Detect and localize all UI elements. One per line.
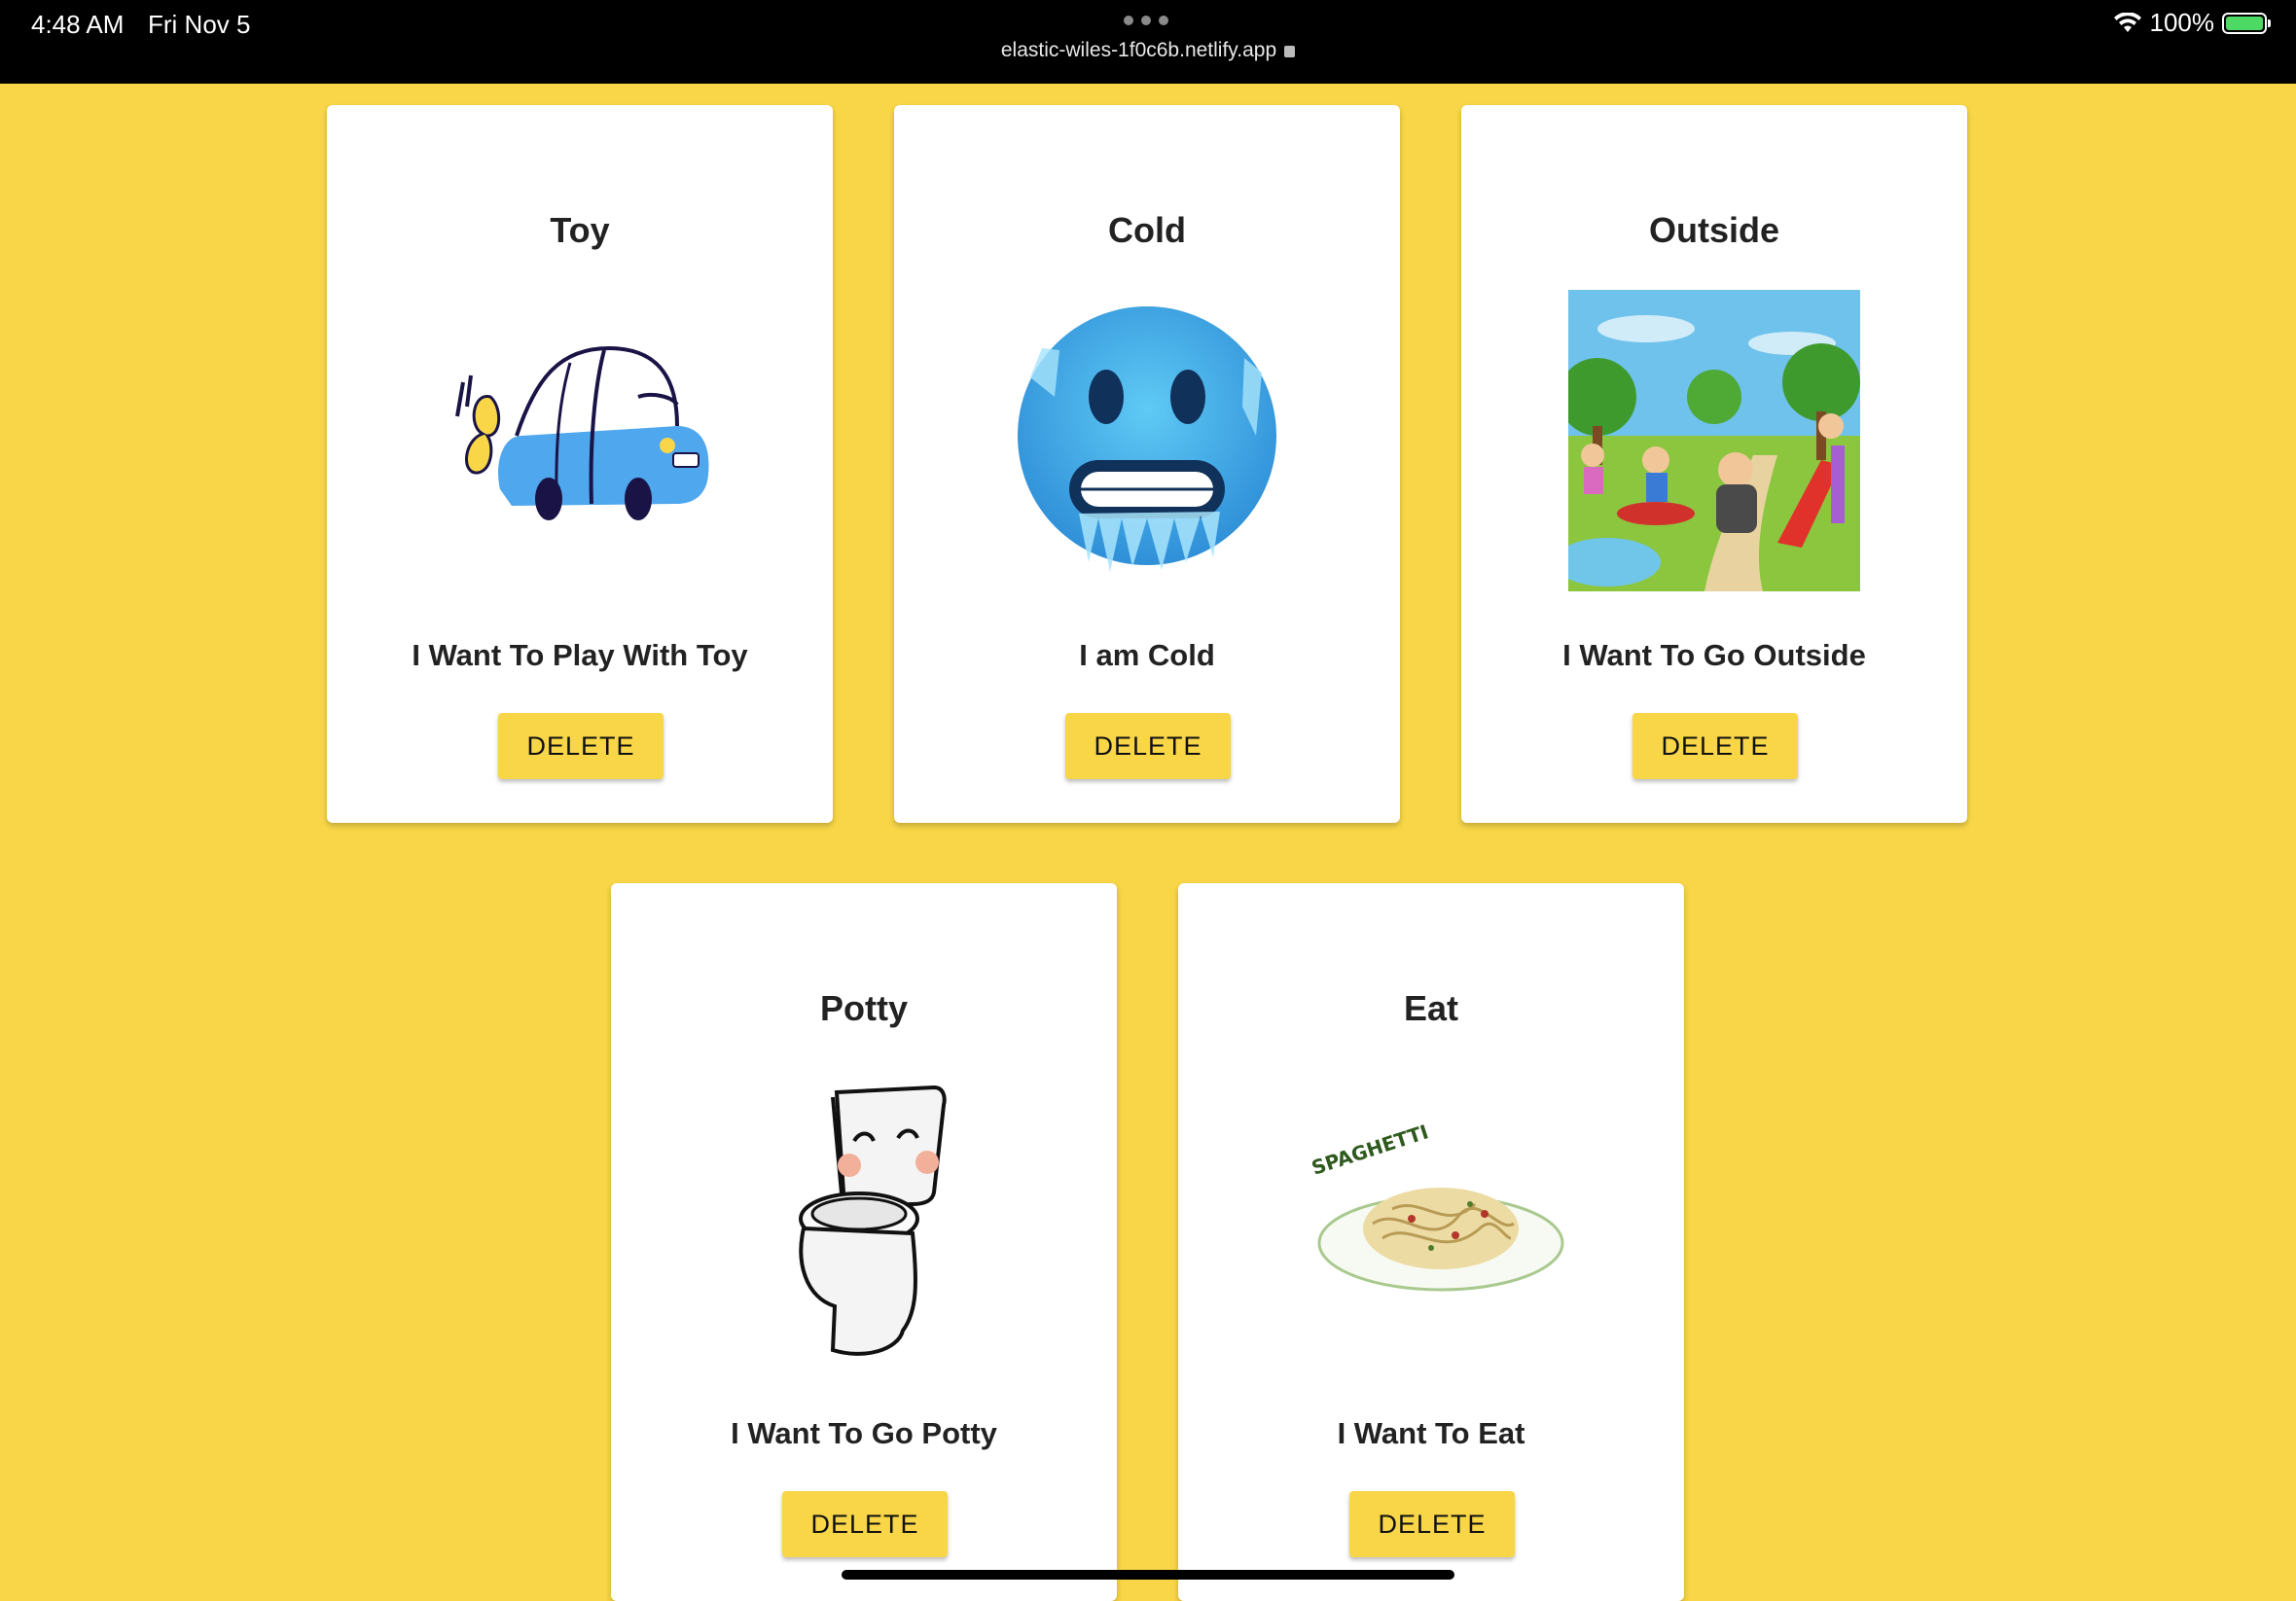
card-cold: Cold I am Cold DELETE <box>894 105 1400 823</box>
card-phrase: I am Cold <box>1079 638 1215 672</box>
lock-icon <box>1284 46 1296 57</box>
wifi-icon <box>2113 12 2142 34</box>
card-title: Cold <box>1108 210 1186 250</box>
card-title: Outside <box>1648 210 1779 250</box>
home-indicator[interactable] <box>842 1570 1454 1580</box>
card-eat: Eat SPAGHETTI I Want To Eat DELETE <box>1178 883 1684 1601</box>
spaghetti-label: SPAGHETTI <box>1309 1120 1431 1179</box>
card-phrase: I Want To Go Outside <box>1562 638 1866 672</box>
spaghetti-image: SPAGHETTI <box>1285 1068 1577 1370</box>
delete-button[interactable]: DELETE <box>498 713 664 779</box>
battery-percent: 100% <box>2149 8 2215 37</box>
battery-icon <box>2222 12 2271 34</box>
toilet-image <box>718 1068 1010 1370</box>
toy-car-image <box>434 290 726 591</box>
card-phrase: I Want To Play With Toy <box>412 638 748 672</box>
delete-button[interactable]: DELETE <box>782 1491 948 1557</box>
card-phrase: I Want To Go Potty <box>731 1416 997 1450</box>
status-right: 100% <box>2113 8 2271 38</box>
card-title: Eat <box>1403 988 1459 1028</box>
card-toy: Toy I Want To Play With Toy DELETE <box>327 105 833 823</box>
playground-image <box>1568 290 1860 591</box>
card-potty: Potty I Want To Go Potty DELETE <box>611 883 1117 1601</box>
status-bar: 4:48 AM Fri Nov 5 elastic-wiles-1f0c6b.n… <box>0 0 2296 84</box>
delete-button[interactable]: DELETE <box>1632 713 1798 779</box>
card-title: Toy <box>550 210 610 250</box>
delete-button[interactable]: DELETE <box>1349 1491 1515 1557</box>
multitasking-dots-icon[interactable] <box>1124 16 1168 25</box>
address-bar[interactable]: elastic-wiles-1f0c6b.netlify.app <box>0 39 2296 62</box>
card-outside: Outside I Want To Go Outside DELETE <box>1461 105 1967 823</box>
card-title: Potty <box>820 988 908 1028</box>
status-date: Fri Nov 5 <box>148 10 251 39</box>
status-time: 4:48 AM <box>31 10 125 39</box>
cold-face-image <box>1001 290 1293 591</box>
delete-button[interactable]: DELETE <box>1065 713 1231 779</box>
card-phrase: I Want To Eat <box>1337 1416 1525 1450</box>
url-text: elastic-wiles-1f0c6b.netlify.app <box>1000 39 1277 61</box>
